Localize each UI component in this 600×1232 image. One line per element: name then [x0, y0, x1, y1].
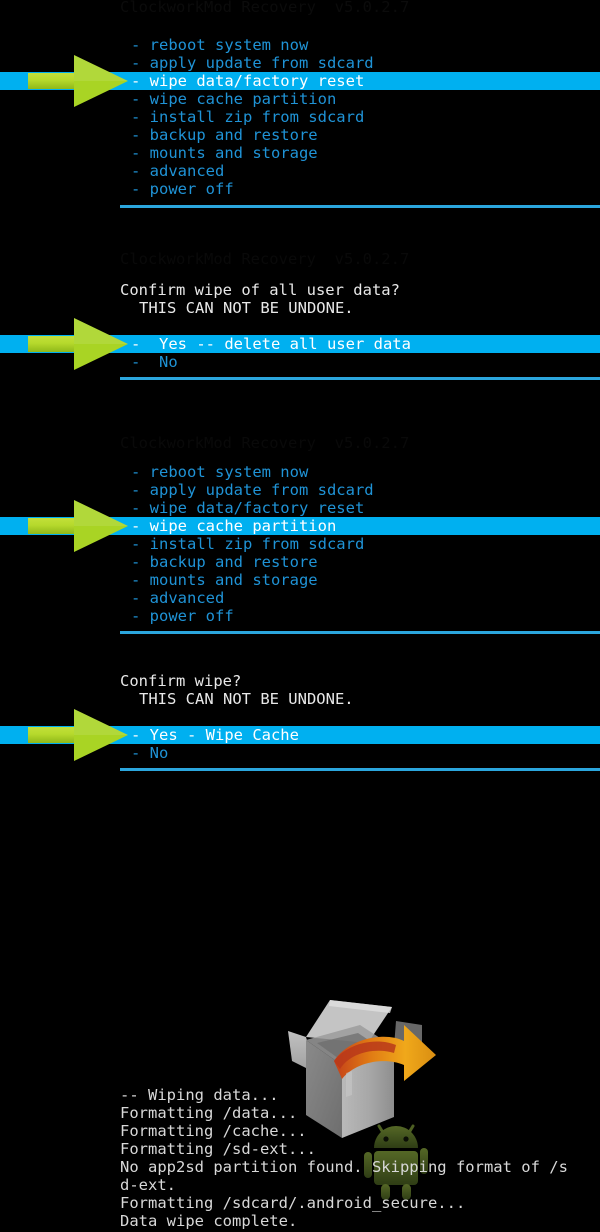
log-line: d-ext. — [120, 1176, 176, 1194]
log-line: Formatting /sdcard/.android_secure... — [120, 1194, 466, 1212]
menu-item-reboot-system-now[interactable]: - reboot system now — [0, 36, 600, 54]
faded-header-third: ClockworkMod Recovery v5.0.2.7 — [120, 434, 410, 452]
menu2-item-apply-update-from-sdcard[interactable]: - apply update from sdcard — [0, 481, 600, 499]
confirm-prompt-wipe-data: Confirm wipe of all user data? — [120, 281, 400, 299]
arrow-head-shade — [74, 318, 128, 344]
faded-header-top: ClockworkMod Recovery v5.0.2.7 — [120, 0, 410, 16]
faded-header-second: ClockworkMod Recovery v5.0.2.7 — [120, 250, 410, 268]
menu-divider-3 — [120, 631, 600, 634]
recovery-screen: ClockworkMod Recovery v5.0.2.7 - reboot … — [0, 0, 600, 1232]
confirm-warning-wipe-cache: THIS CAN NOT BE UNDONE. — [139, 690, 354, 708]
menu-divider-1 — [120, 205, 600, 208]
pointer-arrow-confirm-wipe-cache — [28, 709, 128, 761]
menu-item-backup-and-restore[interactable]: - backup and restore — [0, 126, 600, 144]
menu2-item-mounts-and-storage[interactable]: - mounts and storage — [0, 571, 600, 589]
arrow-head-shade — [74, 709, 128, 735]
log-line: No app2sd partition found. Skipping form… — [120, 1158, 568, 1176]
menu-item-install-zip-from-sdcard[interactable]: - install zip from sdcard — [0, 108, 600, 126]
pointer-arrow-wipe-data — [28, 55, 128, 107]
menu-item-mounts-and-storage[interactable]: - mounts and storage — [0, 144, 600, 162]
pointer-arrow-confirm-wipe-data — [28, 318, 128, 370]
log-line: Formatting /cache... — [120, 1122, 307, 1140]
confirm-warning-wipe-data: THIS CAN NOT BE UNDONE. — [139, 299, 354, 317]
log-line: -- Wiping data... — [120, 1086, 279, 1104]
menu-divider-2 — [120, 377, 600, 380]
menu2-item-reboot-system-now[interactable]: - reboot system now — [0, 463, 600, 481]
arrow-head-shade — [74, 500, 128, 526]
log-line: Formatting /sd-ext... — [120, 1140, 316, 1158]
menu-item-power-off[interactable]: - power off — [0, 180, 600, 198]
menu2-item-power-off[interactable]: - power off — [0, 607, 600, 625]
log-line: Data wipe complete. — [120, 1212, 298, 1230]
menu-divider-4 — [120, 768, 600, 771]
menu2-item-advanced[interactable]: - advanced — [0, 589, 600, 607]
arrow-head-shade — [74, 55, 128, 81]
menu2-item-backup-and-restore[interactable]: - backup and restore — [0, 553, 600, 571]
confirm-prompt-wipe-cache: Confirm wipe? — [120, 672, 242, 690]
menu-item-advanced[interactable]: - advanced — [0, 162, 600, 180]
pointer-arrow-wipe-cache — [28, 500, 128, 552]
log-line: Formatting /data... — [120, 1104, 298, 1122]
